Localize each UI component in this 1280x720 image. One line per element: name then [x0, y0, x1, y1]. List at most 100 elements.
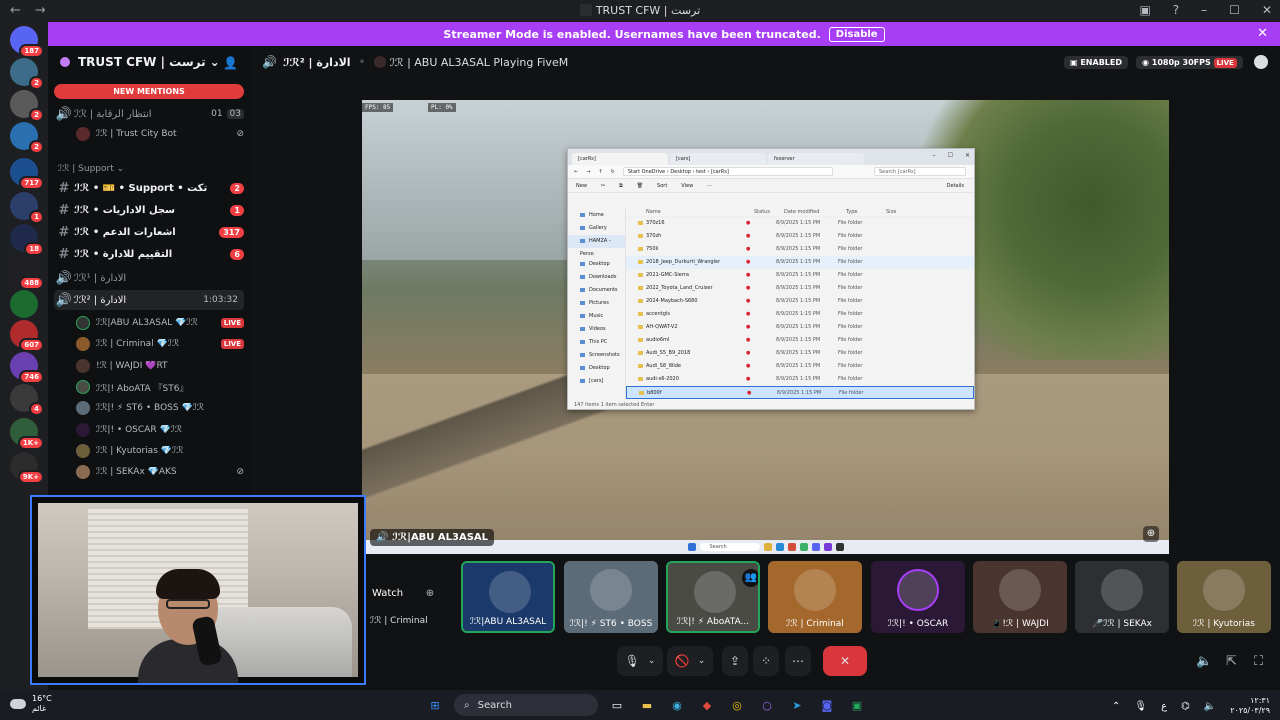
edge-icon[interactable]: ◉	[666, 694, 688, 716]
share-screen-button[interactable]: ⇪	[722, 646, 748, 676]
stream-settings-icon[interactable]: 👥	[742, 569, 758, 587]
file-row: 2018_Jeep_Durkurti_Wrangler ● 8/9/2025 1:1…	[626, 256, 974, 269]
mention-badge: 317	[219, 226, 244, 238]
new-mentions-pill[interactable]: NEW MENTIONS	[54, 84, 244, 99]
participant-tile[interactable]: ℐℛ|! ⚡ ST6 • BOSS	[564, 561, 658, 633]
file-name: audio6ml	[638, 334, 746, 347]
windows-start-icon[interactable]: ⊞	[424, 694, 446, 716]
activities-button[interactable]: ⁘	[753, 646, 779, 676]
category-support[interactable]: ℐℛ | Support ⌄	[58, 164, 124, 174]
app-icon[interactable]: ▣	[846, 694, 868, 716]
server-icon[interactable]: 746	[10, 352, 44, 384]
language-indicator[interactable]: ع	[1161, 701, 1167, 712]
mic-button[interactable]: 🎙 ⌄	[617, 646, 663, 676]
more-button[interactable]: ⋯	[785, 646, 811, 676]
mic-icon: 🎙	[624, 654, 640, 668]
zoom-icon[interactable]: ⊕	[1143, 526, 1159, 542]
server-icon[interactable]: 488	[10, 258, 44, 290]
add-member-icon[interactable]: 👤	[223, 56, 238, 70]
minimize-icon: –	[932, 152, 936, 159]
file-name: 2024-Maybach-S680	[638, 295, 746, 308]
server-icon[interactable]: 2	[10, 122, 44, 154]
explorer-nav: Home Gallery HAMZA - Perso Desktop Downl…	[568, 207, 626, 399]
activity-icon[interactable]	[1254, 55, 1268, 69]
voice-user[interactable]: ℐℛ | Criminal 💎ℐℛ LIVE	[76, 334, 244, 354]
fullscreen-icon[interactable]: ⛶	[1254, 654, 1263, 669]
camera-button[interactable]: 🚫 ⌄	[667, 646, 713, 676]
nav-item: Home	[568, 209, 625, 222]
server-icon[interactable]: 4	[10, 384, 44, 416]
channel-support[interactable]: # ℐℛ • 🎫 • Support • تكت 2	[54, 178, 244, 198]
speaker-icon[interactable]: 🔈	[1204, 701, 1216, 712]
participant-tile[interactable]: 🎤ℐℛ | SEKAx	[1075, 561, 1169, 633]
chrome-icon[interactable]: ◎	[726, 694, 748, 716]
voice-user[interactable]: ℐℛ|! • OSCAR 💎ℐℛ	[76, 420, 244, 440]
minimize-button[interactable]: –	[1201, 3, 1207, 17]
help-icon[interactable]: ?	[1173, 3, 1179, 17]
participant-tile[interactable]: ℐℛ|ABU AL3ASAL	[461, 561, 555, 633]
user-tag: 💜RT	[145, 361, 168, 371]
voice-user[interactable]: !ℛ | WAJDI 💜RT	[76, 356, 244, 376]
participant-name: ℐℛ | Criminal	[786, 619, 844, 629]
voice-channel-admin-2[interactable]: 🔊 ℐℛ² | الادارة 1:03:32	[54, 290, 244, 310]
watch-button[interactable]: Watch	[372, 588, 403, 599]
server-icon[interactable]: 1	[10, 192, 44, 224]
taskbar-search[interactable]: ⌕ Search	[454, 694, 598, 716]
server-icon[interactable]: 9K+	[10, 452, 44, 484]
voice-channel-waiting[interactable]: 🔊 ℐℛ | انتظار الرقابة 01 03	[54, 104, 244, 124]
sync-error-icon: ●	[746, 376, 751, 382]
disable-button[interactable]: Disable	[828, 26, 885, 42]
telegram-icon[interactable]: ➤	[786, 694, 808, 716]
server-icon[interactable]: 717	[10, 158, 44, 190]
close-button[interactable]: ✕	[1262, 3, 1272, 17]
weather-widget[interactable]: 16°C غائم	[10, 694, 52, 714]
server-icon[interactable]: 2	[10, 90, 44, 122]
server-icon[interactable]: 607	[10, 320, 44, 352]
voice-user[interactable]: ℐℛ | Kyutorias 💎ℐℛ	[76, 441, 244, 461]
file-explorer-icon[interactable]: ▬	[636, 694, 658, 716]
hash-icon: #	[58, 246, 70, 262]
streamer	[138, 569, 238, 683]
channel-admin-log[interactable]: # ℐℛ • سجل الاداريات 1	[54, 200, 244, 220]
volume-icon[interactable]: 🔈	[1196, 654, 1212, 669]
home-icon[interactable]: 187	[10, 26, 44, 58]
participant-tile[interactable]: ℐℛ|! ⚡ AboATA... 👥	[666, 561, 760, 633]
server-icon[interactable]: 2	[10, 58, 44, 90]
close-icon[interactable]: ✕	[1257, 26, 1268, 41]
participant-tile[interactable]: 📱!ℛ | WAJDI	[973, 561, 1067, 633]
participant-tile[interactable]: ℐℛ | Kyutorias	[1177, 561, 1271, 633]
disconnect-button[interactable]: ✕	[823, 646, 867, 676]
clock[interactable]: ١٢:٣١ ٢٠٢٥/٠٣/٢٩	[1230, 696, 1270, 716]
stream-view[interactable]: FPS: 85 PL: 0% [carRs] [cars] fxserver –…	[362, 100, 1169, 554]
voice-user[interactable]: ℐℛ | Trust City Bot ⊘	[76, 124, 244, 144]
quality-pill[interactable]: ◉ 1080p 30FPS LIVE	[1136, 56, 1243, 69]
discord-icon[interactable]: ◙	[816, 694, 838, 716]
voice-channel-admin-1[interactable]: 🔊 ℐℛ¹ | الادارة	[54, 268, 244, 288]
badge: 2	[29, 76, 44, 90]
channel-name: ℐℛ • اشعارات الدعم	[74, 226, 176, 238]
task-view-icon[interactable]: ▭	[606, 694, 628, 716]
channel-support-notifications[interactable]: # ℐℛ • اشعارات الدعم 317	[54, 222, 244, 242]
mic-icon[interactable]: 🎙	[1134, 701, 1147, 712]
server-icon[interactable]	[10, 290, 38, 318]
voice-user[interactable]: ℐℛ|! AboATA 『ST6』	[76, 377, 244, 397]
voice-user[interactable]: ℐℛ | SEKAx 💎AKS ⊘	[76, 462, 244, 482]
channel-admin-rating[interactable]: # ℐℛ • التقييم للادارة 6	[54, 244, 244, 264]
server-icon[interactable]: 18	[10, 224, 44, 256]
participant-tile[interactable]: ℐℛ | Criminal	[768, 561, 862, 633]
voice-user[interactable]: ℐℛ|ABU AL3ASAL 💎ℐℛ LIVE	[76, 313, 244, 333]
avatar	[76, 444, 90, 458]
app-icon[interactable]: ◆	[696, 694, 718, 716]
server-icon[interactable]: 1K+	[10, 418, 44, 450]
clock-time: ١٢:٣١	[1250, 696, 1270, 705]
voice-user[interactable]: ℐℛ|! ⚡ ST6 • BOSS 💎ℐℛ	[76, 398, 244, 418]
maximize-button[interactable]: ☐	[1229, 3, 1240, 17]
chevron-up-icon[interactable]: ⌃	[1112, 701, 1120, 712]
pop-out-icon[interactable]: ⇱	[1226, 654, 1237, 669]
participant-tile[interactable]: ℐℛ|! • OSCAR	[871, 561, 965, 633]
guild-header[interactable]: TRUST CFW | ترست ⌄ 👤	[48, 46, 250, 78]
inbox-icon[interactable]: ▣	[1139, 3, 1150, 17]
focus-icon[interactable]: ⊕	[422, 588, 438, 604]
network-icon[interactable]: ⌬	[1181, 701, 1190, 712]
app-icon[interactable]: ○	[756, 694, 778, 716]
